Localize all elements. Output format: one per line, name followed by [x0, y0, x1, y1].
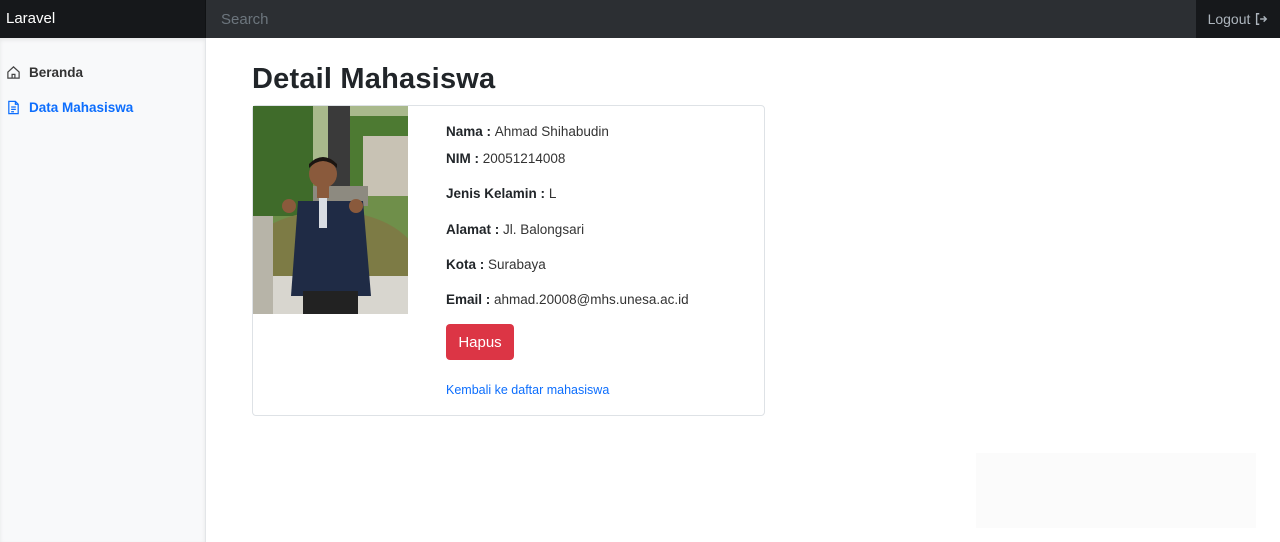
sidebar-item-beranda[interactable]: Beranda — [0, 59, 205, 85]
field-value: Jl. Balongsari — [503, 222, 585, 237]
sidebar: Beranda Data Mahasiswa — [0, 38, 206, 542]
background-panel — [976, 453, 1256, 528]
sidebar-item-label: Beranda — [29, 64, 84, 80]
field-value: ahmad.20008@mhs.unesa.ac.id — [494, 292, 689, 307]
field-nim: NIM : 20051214008 — [446, 151, 565, 166]
sidebar-item-label: Data Mahasiswa — [29, 99, 134, 115]
page-title: Detail Mahasiswa — [252, 63, 496, 95]
field-email: Email : ahmad.20008@mhs.unesa.ac.id — [446, 292, 689, 307]
field-value: L — [548, 186, 557, 201]
delete-button[interactable]: Hapus — [446, 324, 514, 360]
field-label: Nama : — [446, 124, 492, 139]
logout-button[interactable]: Logout — [1196, 0, 1280, 38]
field-value: Ahmad Shihabudin — [494, 124, 609, 139]
field-label: Alamat : — [446, 222, 500, 237]
field-nama: Nama : Ahmad Shihabudin — [446, 124, 609, 139]
logout-icon — [1256, 13, 1268, 25]
brand-logo[interactable]: Laravel — [0, 0, 206, 38]
field-alamat: Alamat : Jl. Balongsari — [446, 222, 584, 237]
field-label: NIM : — [446, 151, 479, 166]
field-label: Email : — [446, 292, 491, 307]
field-kota: Kota : Surabaya — [446, 257, 546, 272]
field-value: Surabaya — [488, 257, 546, 272]
field-value: 20051214008 — [482, 151, 566, 166]
field-label: Kota : — [446, 257, 485, 272]
search-input[interactable] — [206, 0, 1196, 38]
field-label: Jenis Kelamin : — [446, 186, 546, 201]
student-photo — [253, 106, 408, 314]
top-navbar: Laravel Logout — [0, 0, 1280, 38]
sidebar-item-data-mahasiswa[interactable]: Data Mahasiswa — [0, 94, 205, 120]
field-jenis-kelamin: Jenis Kelamin : L — [446, 186, 556, 201]
back-to-list-link[interactable]: Kembali ke daftar mahasiswa — [446, 383, 609, 397]
main-content: Detail Mahasiswa Nama: Ahmad Shihabudin… — [206, 38, 1280, 542]
student-detail-card: Nama : Ahmad Shihabudin NIM : 2005121400… — [252, 105, 765, 416]
logout-label: Logout — [1207, 11, 1251, 27]
file-text-icon — [8, 100, 19, 114]
home-icon — [7, 65, 20, 79]
